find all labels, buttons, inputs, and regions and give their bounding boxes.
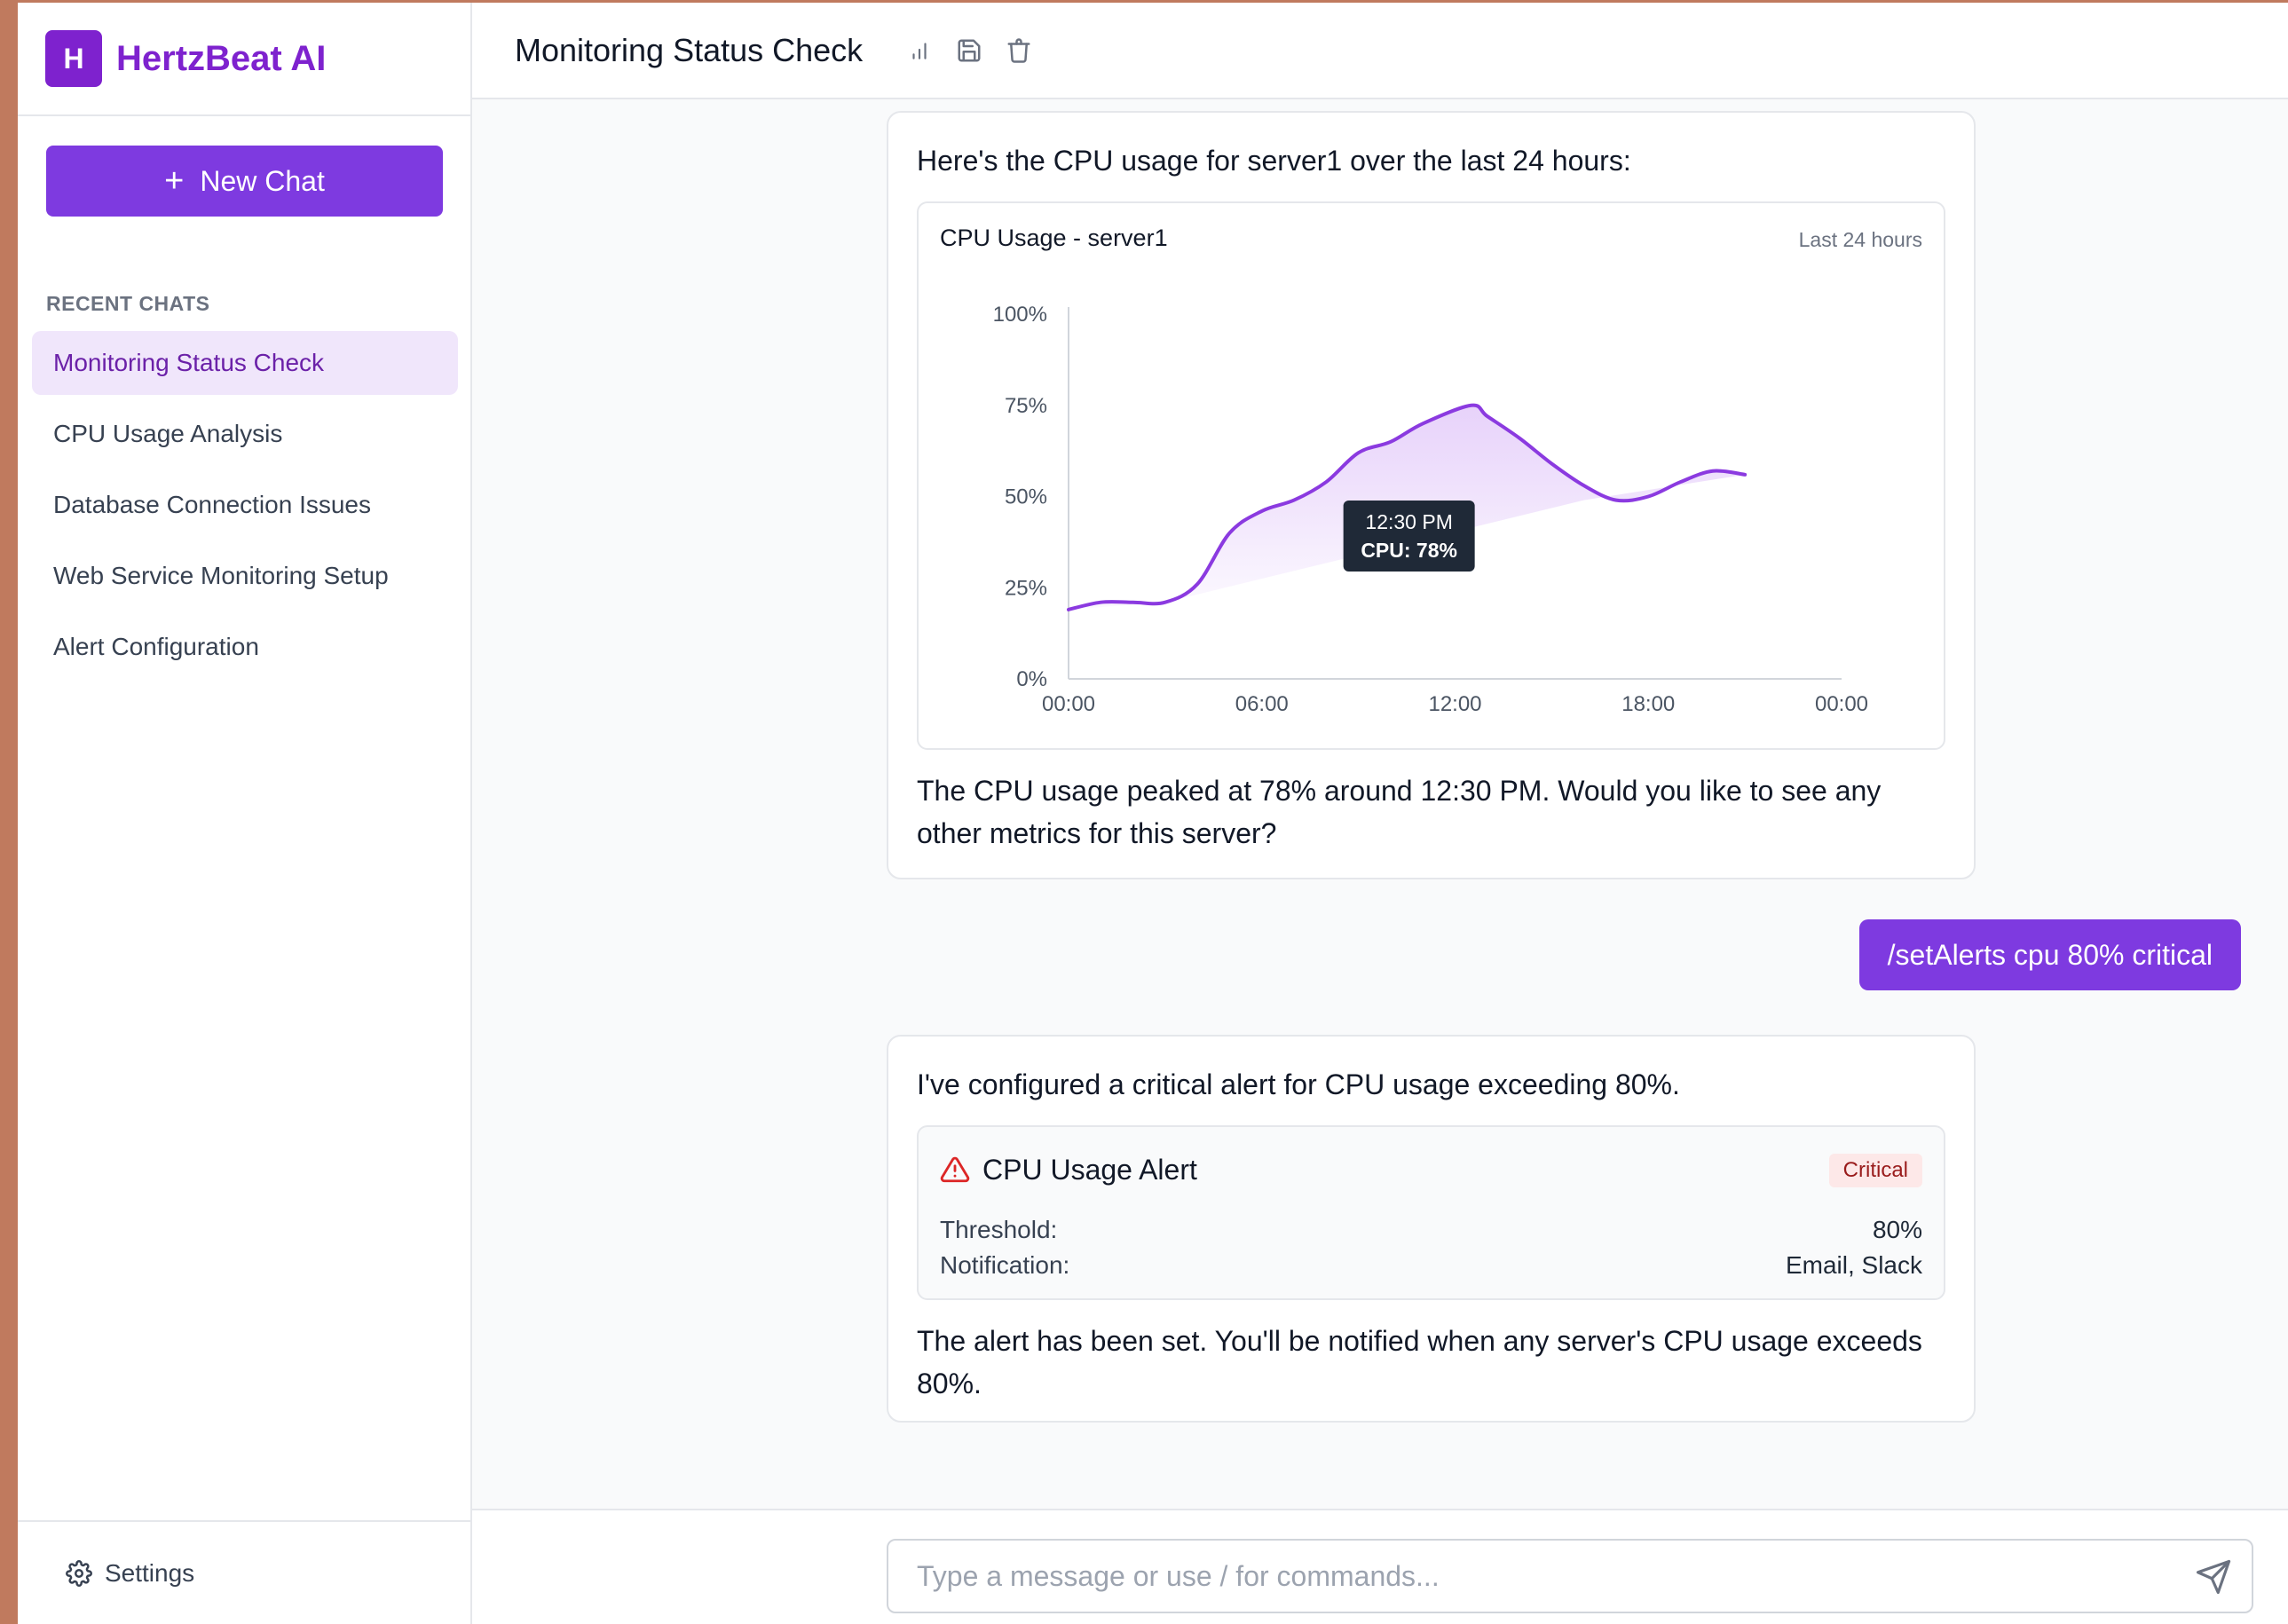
page-title: Monitoring Status Check xyxy=(515,31,864,68)
delete-button[interactable] xyxy=(994,33,1044,68)
settings-label: Settings xyxy=(105,1558,195,1587)
x-tick-label: 06:00 xyxy=(1235,692,1289,716)
brand-logo: H xyxy=(45,30,102,87)
notification-label: Notification: xyxy=(940,1251,1070,1279)
y-tick-label: 100% xyxy=(993,303,1047,327)
alert-title: CPU Usage Alert xyxy=(982,1154,1197,1186)
assistant-message-intro: I've configured a critical alert for CPU… xyxy=(917,1068,1680,1100)
message-input[interactable] xyxy=(888,1541,2131,1612)
new-chat-label: New Chat xyxy=(200,164,325,197)
composer xyxy=(887,1539,2253,1613)
alert-card: CPU Usage Alert Critical Threshold: 80% … xyxy=(917,1125,1945,1300)
y-tick-label: 25% xyxy=(1005,576,1047,600)
threshold-value: 80% xyxy=(1872,1216,1922,1243)
app-window: H HertzBeat AI + New Chat RECENT CHATS M… xyxy=(18,3,2288,1624)
chart-plot: 0% 25% 50% 75% 100% 00:00 06:00 12:00 18:00 00:00… xyxy=(993,303,1868,716)
assistant-message-alert: I've configured a critical alert for CPU… xyxy=(887,1035,1976,1423)
assistant-message-outro: The CPU usage peaked at 78% around 12:30… xyxy=(917,775,1882,849)
x-tick-label: 00:00 xyxy=(1815,692,1868,716)
trash-icon xyxy=(1007,37,1030,63)
topbar: Monitoring Status Check xyxy=(472,3,2288,99)
brand: H HertzBeat AI xyxy=(18,3,470,116)
send-icon[interactable] xyxy=(2195,1558,2232,1596)
alert-header: CPU Usage Alert Critical xyxy=(940,1127,1922,1212)
tooltip-time: 12:30 PM xyxy=(1365,510,1452,533)
stats-button[interactable] xyxy=(895,33,944,68)
save-icon xyxy=(958,39,981,61)
severity-badge: Critical xyxy=(1828,1154,1922,1187)
notification-value: Email, Slack xyxy=(1785,1251,1922,1279)
brand-name: HertzBeat AI xyxy=(116,38,327,78)
warning-triangle-icon xyxy=(940,1156,970,1183)
chat-item-cpu-usage-analysis[interactable]: CPU Usage Analysis xyxy=(32,402,458,466)
settings-button[interactable]: Settings xyxy=(18,1520,470,1624)
recent-chat-list: Monitoring Status Check CPU Usage Analys… xyxy=(32,331,458,686)
x-tick-label: 12:00 xyxy=(1428,692,1481,716)
x-tick-label: 00:00 xyxy=(1042,692,1095,716)
sidebar: H HertzBeat AI + New Chat RECENT CHATS M… xyxy=(18,3,472,1624)
assistant-message-intro: Here's the CPU usage for server1 over th… xyxy=(917,145,1631,177)
new-chat-button[interactable]: + New Chat xyxy=(46,146,443,217)
chat-item-database-connection-issues[interactable]: Database Connection Issues xyxy=(32,473,458,537)
assistant-message-outro: The alert has been set. You'll be notifi… xyxy=(917,1325,1922,1399)
y-tick-label: 0% xyxy=(1016,667,1047,691)
recent-chats-heading: RECENT CHATS xyxy=(46,292,210,315)
assistant-message-cpu-chart: Here's the CPU usage for server1 over th… xyxy=(887,111,1976,879)
x-tick-label: 18:00 xyxy=(1621,692,1675,716)
gear-icon xyxy=(66,1559,92,1587)
chat-item-web-service-monitoring-setup[interactable]: Web Service Monitoring Setup xyxy=(32,544,458,608)
chat-item-alert-configuration[interactable]: Alert Configuration xyxy=(32,615,458,679)
threshold-row: Threshold: 80% xyxy=(940,1212,1922,1248)
composer-bar xyxy=(472,1509,2288,1624)
threshold-label: Threshold: xyxy=(940,1216,1058,1243)
tooltip-value: CPU: 78% xyxy=(1361,539,1457,562)
chat-item-monitoring-status-check[interactable]: Monitoring Status Check xyxy=(32,331,458,395)
plus-icon: + xyxy=(164,162,185,200)
main-panel: Monitoring Status Check Here's the CPU u… xyxy=(472,3,2288,1624)
bar-chart-icon xyxy=(912,42,927,59)
save-button[interactable] xyxy=(944,33,994,68)
notification-row: Notification: Email, Slack xyxy=(940,1248,1922,1283)
y-tick-label: 75% xyxy=(1005,394,1047,418)
y-tick-label: 50% xyxy=(1005,485,1047,509)
user-message: /setAlerts cpu 80% critical xyxy=(1858,919,2241,990)
cpu-usage-chart: CPU Usage - server1 Last 24 hours 0% 25% 5… xyxy=(917,201,1945,750)
